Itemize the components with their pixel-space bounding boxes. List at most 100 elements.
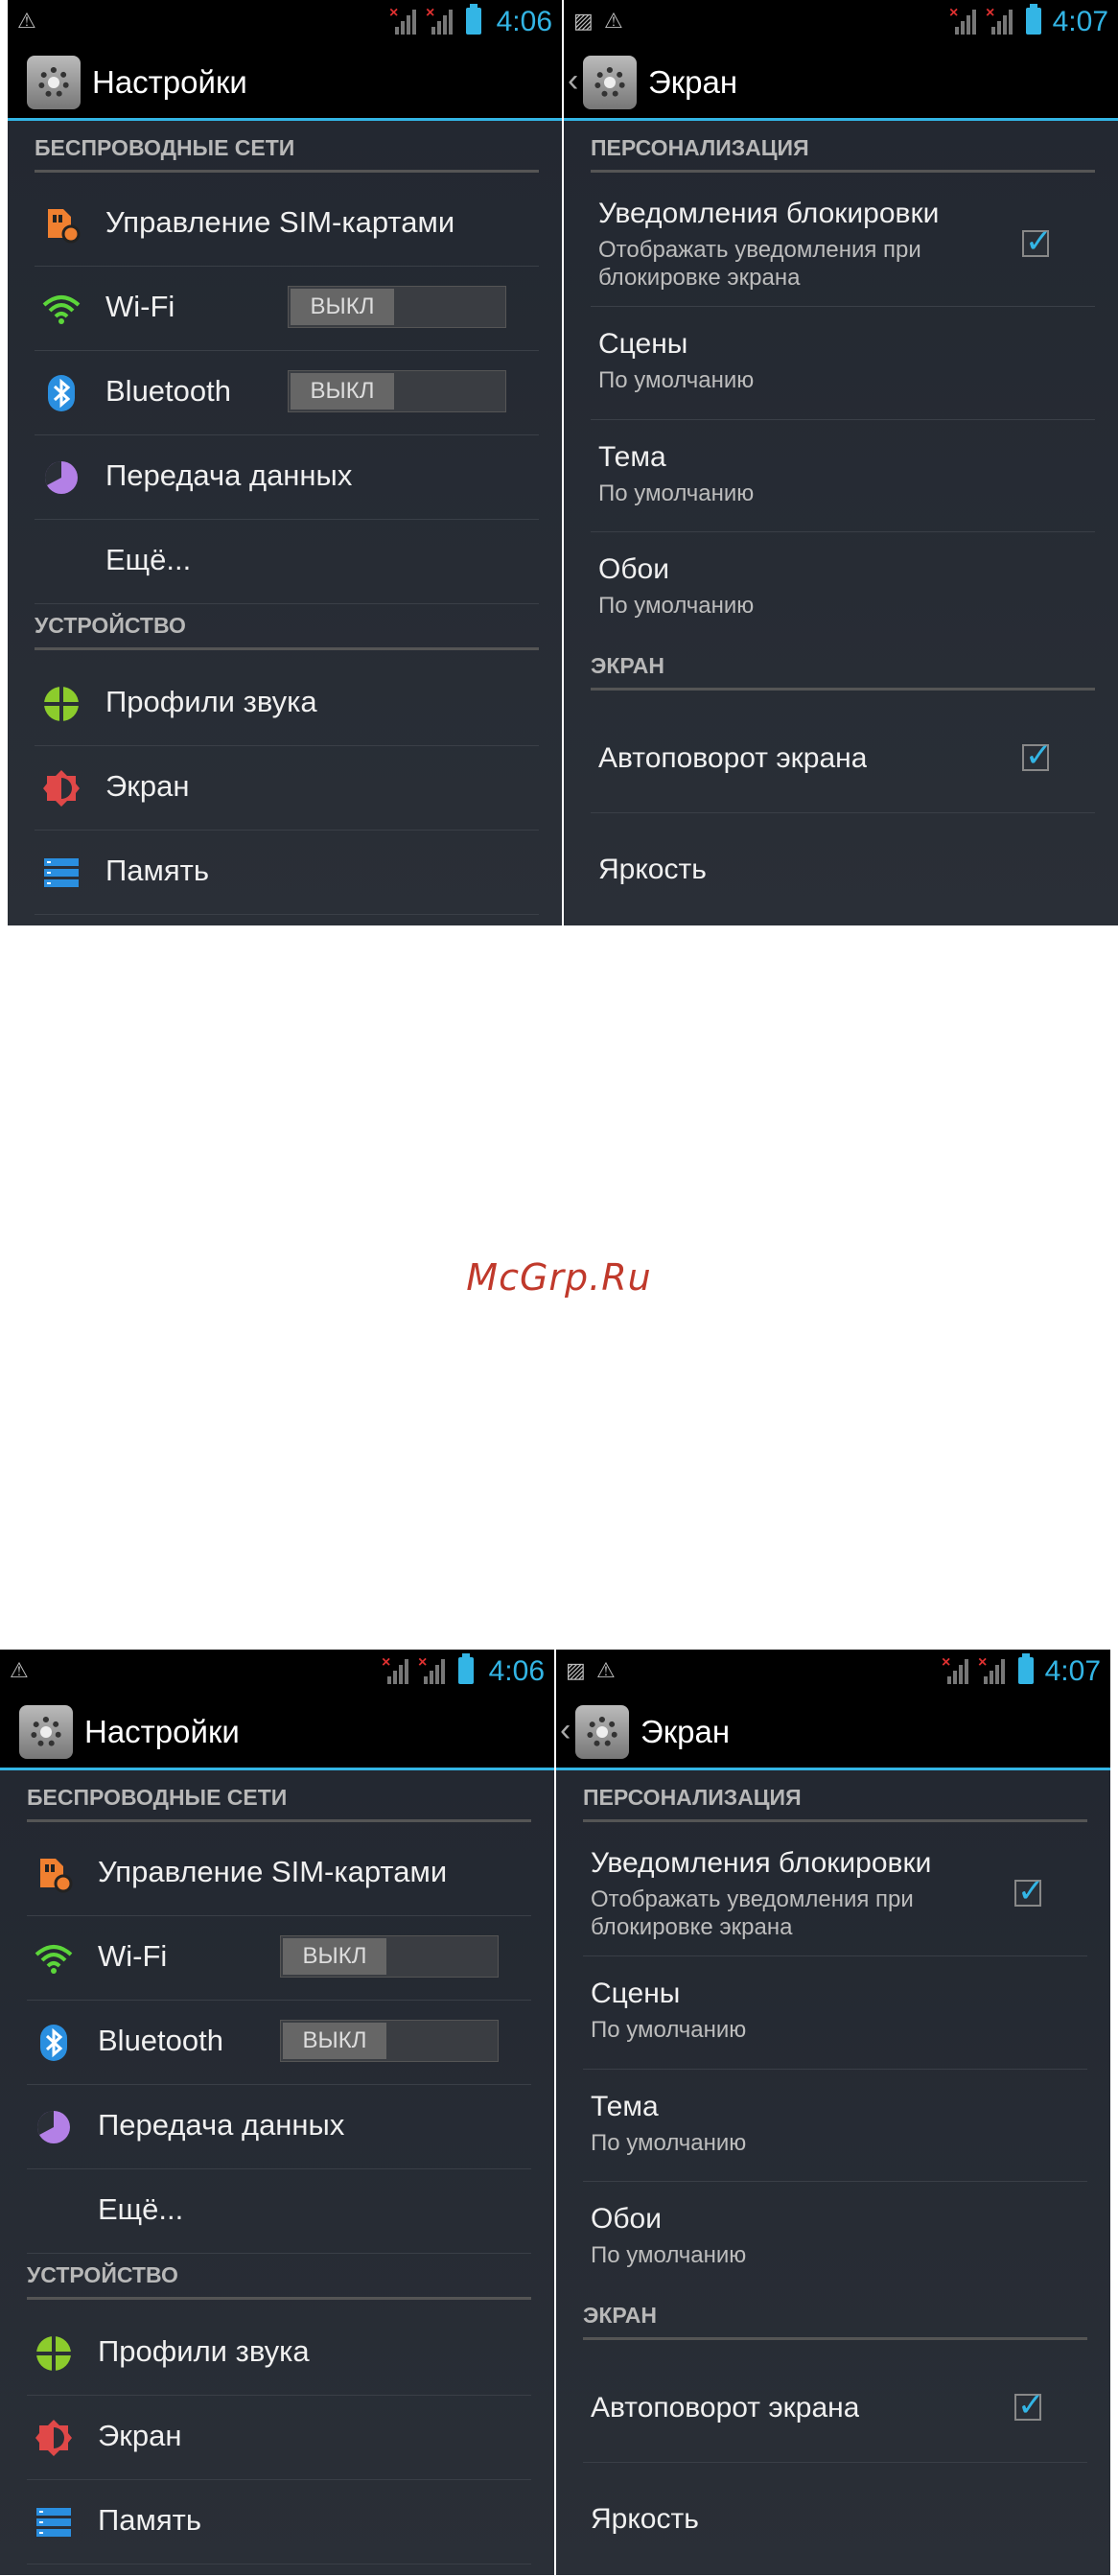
wifi-icon xyxy=(42,295,81,324)
pref-title: Тема xyxy=(598,441,666,473)
toggle-label: ВЫКЛ xyxy=(283,1938,386,1975)
action-bar: ‹ Экран xyxy=(556,1694,1110,1770)
battery-icon xyxy=(466,4,481,35)
auto-rotate-checkbox[interactable] xyxy=(1022,737,1053,775)
pref-auto-rotate[interactable]: Автоповорот экрана xyxy=(583,2350,1087,2463)
toggle-label: ВЫКЛ xyxy=(291,373,394,410)
settings-item-label: Bluetooth xyxy=(105,374,231,408)
settings-item-label: Передача данных xyxy=(105,458,353,492)
signal-no-sim-icon: × xyxy=(426,6,453,35)
status-time: 4:07 xyxy=(1044,1655,1101,1687)
settings-gear-icon[interactable] xyxy=(575,1705,629,1759)
pref-lock-notifications[interactable]: Уведомления блокировки Отображать уведом… xyxy=(591,182,1095,307)
image-icon: ▨ xyxy=(573,9,594,33)
pref-subtitle: По умолчанию xyxy=(598,367,755,393)
settings-item-display[interactable]: Экран xyxy=(35,746,539,831)
section-header-wireless: БЕСПРОВОДНЫЕ СЕТИ xyxy=(35,130,539,173)
settings-item-wifi[interactable]: Wi-Fi ВЫКЛ xyxy=(35,267,539,351)
settings-item-bluetooth[interactable]: Bluetooth ВЫКЛ xyxy=(35,351,539,435)
settings-item-sim[interactable]: Управление SIM-картами xyxy=(35,182,539,267)
pref-subtitle: По умолчанию xyxy=(591,2017,747,2043)
settings-item-more[interactable]: Ещё... xyxy=(35,520,539,604)
pref-theme[interactable]: Тема По умолчанию xyxy=(591,420,1095,532)
pref-subtitle: По умолчанию xyxy=(591,2130,747,2156)
back-arrow-icon[interactable]: ‹ xyxy=(560,1711,571,1749)
pref-title: Яркость xyxy=(598,854,707,885)
bluetooth-icon xyxy=(48,375,75,411)
warning-icon: ⚠ xyxy=(604,9,623,33)
settings-item-bluetooth[interactable]: Bluetooth ВЫКЛ xyxy=(27,2001,531,2085)
settings-item-more[interactable]: Ещё... xyxy=(27,2169,531,2254)
action-bar: Настройки xyxy=(8,44,562,121)
lock-notifications-checkbox[interactable] xyxy=(1022,222,1053,261)
settings-item-sound-profiles[interactable]: Профили звука xyxy=(27,2311,531,2396)
section-header-personalization: ПЕРСОНАЛИЗАЦИЯ xyxy=(591,130,1095,173)
screenshot-top: ⚠ × × 4:06 Настройки БЕСПРОВОДНЫЕ СЕТИ У… xyxy=(8,0,1118,925)
settings-item-label: Экран xyxy=(98,2419,182,2452)
pref-wallpaper[interactable]: Обои По умолчанию xyxy=(583,2182,1087,2292)
section-header-device: УСТРОЙСТВО xyxy=(35,608,539,650)
settings-item-label: Управление SIM-картами xyxy=(105,205,455,239)
settings-item-data-usage[interactable]: Передача данных xyxy=(35,435,539,520)
settings-panel: ⚠ × × 4:06 Настройки БЕСПРОВОДНЫЕ СЕТИ У… xyxy=(0,1650,554,2575)
pref-auto-rotate[interactable]: Автоповорот экрана xyxy=(591,700,1095,813)
settings-gear-icon[interactable] xyxy=(19,1705,73,1759)
display-settings-panel: ▨ ⚠ × × 4:07 ‹ Экран ПЕРСОНАЛИЗАЦИЯ Увед… xyxy=(556,1650,1110,2575)
settings-item-wifi[interactable]: Wi-Fi ВЫКЛ xyxy=(27,1916,531,2001)
pref-title: Тема xyxy=(591,2091,659,2122)
page-title: Настройки xyxy=(92,64,247,100)
settings-item-display[interactable]: Экран xyxy=(27,2396,531,2480)
section-header-device: УСТРОЙСТВО xyxy=(27,2258,531,2300)
settings-gear-icon[interactable] xyxy=(583,56,637,109)
battery-icon xyxy=(458,1653,474,1684)
settings-item-label: Bluetooth xyxy=(98,2024,223,2057)
warning-icon: ⚠ xyxy=(10,1658,29,1682)
page-title: Настройки xyxy=(84,1714,240,1749)
pref-title: Обои xyxy=(598,553,669,585)
settings-item-label: Wi-Fi xyxy=(105,290,175,323)
signal-no-sim-icon: × xyxy=(986,6,1013,35)
bluetooth-toggle[interactable]: ВЫКЛ xyxy=(288,370,506,412)
pref-title: Уведомления блокировки xyxy=(591,1847,932,1879)
pref-scenes[interactable]: Сцены По умолчанию xyxy=(583,1956,1087,2070)
pref-wallpaper[interactable]: Обои По умолчанию xyxy=(591,532,1095,643)
pref-title: Автоповорот экрана xyxy=(598,742,868,774)
settings-item-label: Передача данных xyxy=(98,2108,345,2142)
action-bar: Настройки xyxy=(0,1694,554,1770)
settings-item-storage[interactable]: Память xyxy=(27,2480,531,2564)
page-title: Экран xyxy=(648,64,738,100)
image-icon: ▨ xyxy=(566,1658,586,1682)
settings-item-sim[interactable]: Управление SIM-картами xyxy=(27,1832,531,1916)
pref-subtitle: Отображать уведомления при блокировке эк… xyxy=(591,1886,914,1940)
settings-item-label: Экран xyxy=(105,769,190,803)
action-bar: ‹ Экран xyxy=(564,44,1118,121)
settings-item-label: Профили звука xyxy=(105,685,317,718)
wifi-toggle[interactable]: ВЫКЛ xyxy=(280,1935,499,1978)
pref-lock-notifications[interactable]: Уведомления блокировки Отображать уведом… xyxy=(583,1832,1087,1956)
lock-notifications-checkbox[interactable] xyxy=(1014,1872,1045,1910)
settings-item-label: Профили звука xyxy=(98,2334,310,2368)
settings-item-storage[interactable]: Память xyxy=(35,831,539,915)
sound-profile-icon xyxy=(36,2336,71,2371)
signal-no-sim-icon: × xyxy=(418,1655,445,1684)
pref-brightness[interactable]: Яркость xyxy=(583,2463,1087,2575)
storage-icon xyxy=(36,2508,71,2537)
signal-no-sim-icon: × xyxy=(382,1655,408,1684)
signal-no-sim-icon: × xyxy=(978,1655,1005,1684)
pref-scenes[interactable]: Сцены По умолчанию xyxy=(591,307,1095,420)
auto-rotate-checkbox[interactable] xyxy=(1014,2386,1045,2424)
settings-item-sound-profiles[interactable]: Профили звука xyxy=(35,662,539,746)
settings-item-data-usage[interactable]: Передача данных xyxy=(27,2085,531,2169)
status-time: 4:06 xyxy=(488,1655,545,1687)
back-arrow-icon[interactable]: ‹ xyxy=(568,61,578,100)
settings-gear-icon[interactable] xyxy=(27,56,81,109)
wifi-toggle[interactable]: ВЫКЛ xyxy=(288,286,506,328)
toggle-label: ВЫКЛ xyxy=(291,289,394,325)
settings-panel: ⚠ × × 4:06 Настройки БЕСПРОВОДНЫЕ СЕТИ У… xyxy=(8,0,562,925)
bluetooth-toggle[interactable]: ВЫКЛ xyxy=(280,2020,499,2062)
warning-icon: ⚠ xyxy=(17,9,36,33)
pref-brightness[interactable]: Яркость xyxy=(591,813,1095,925)
pref-theme[interactable]: Тема По умолчанию xyxy=(583,2070,1087,2182)
status-time: 4:06 xyxy=(496,6,552,37)
data-usage-icon xyxy=(37,2111,70,2143)
